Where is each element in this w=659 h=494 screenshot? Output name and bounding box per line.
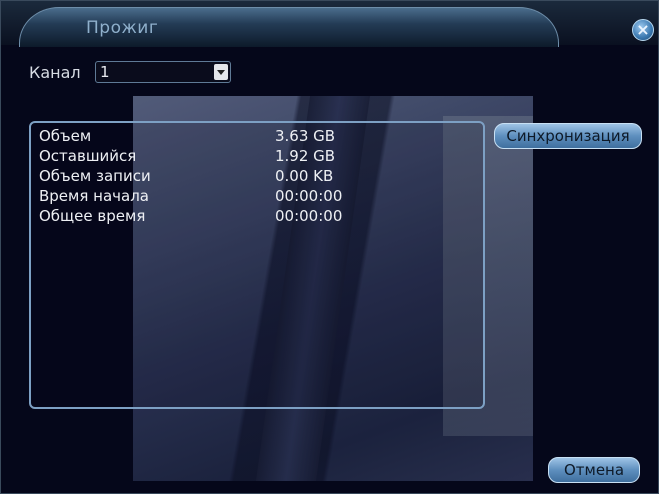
title-tab: Прожиг <box>19 7 559 47</box>
info-label: Общее время <box>39 207 146 225</box>
info-label: Оставшийся <box>39 147 137 165</box>
info-value: 3.63 GB <box>275 127 336 145</box>
info-value: 0.00 KB <box>275 167 334 185</box>
channel-select[interactable]: 1 <box>95 61 231 83</box>
burn-dialog: Прожиг × Канал 1 Объем 3.63 GB Оставшийс… <box>0 0 659 494</box>
sync-button[interactable]: Синхронизация <box>494 123 642 149</box>
info-label: Объем записи <box>39 167 151 185</box>
dialog-title: Прожиг <box>86 18 159 38</box>
chevron-down-icon[interactable] <box>214 64 228 80</box>
title-bar: Прожиг × <box>1 1 658 47</box>
info-value: 00:00:00 <box>275 187 343 205</box>
info-value: 00:00:00 <box>275 207 343 225</box>
info-label: Объем <box>39 127 92 145</box>
info-label: Время начала <box>39 187 149 205</box>
close-icon[interactable]: × <box>632 19 654 41</box>
info-value: 1.92 GB <box>275 147 336 165</box>
channel-label: Канал <box>29 63 81 82</box>
info-panel: Объем 3.63 GB Оставшийся 1.92 GB Объем з… <box>29 121 485 409</box>
cancel-button[interactable]: Отмена <box>548 457 640 483</box>
channel-selected-value: 1 <box>100 63 110 81</box>
